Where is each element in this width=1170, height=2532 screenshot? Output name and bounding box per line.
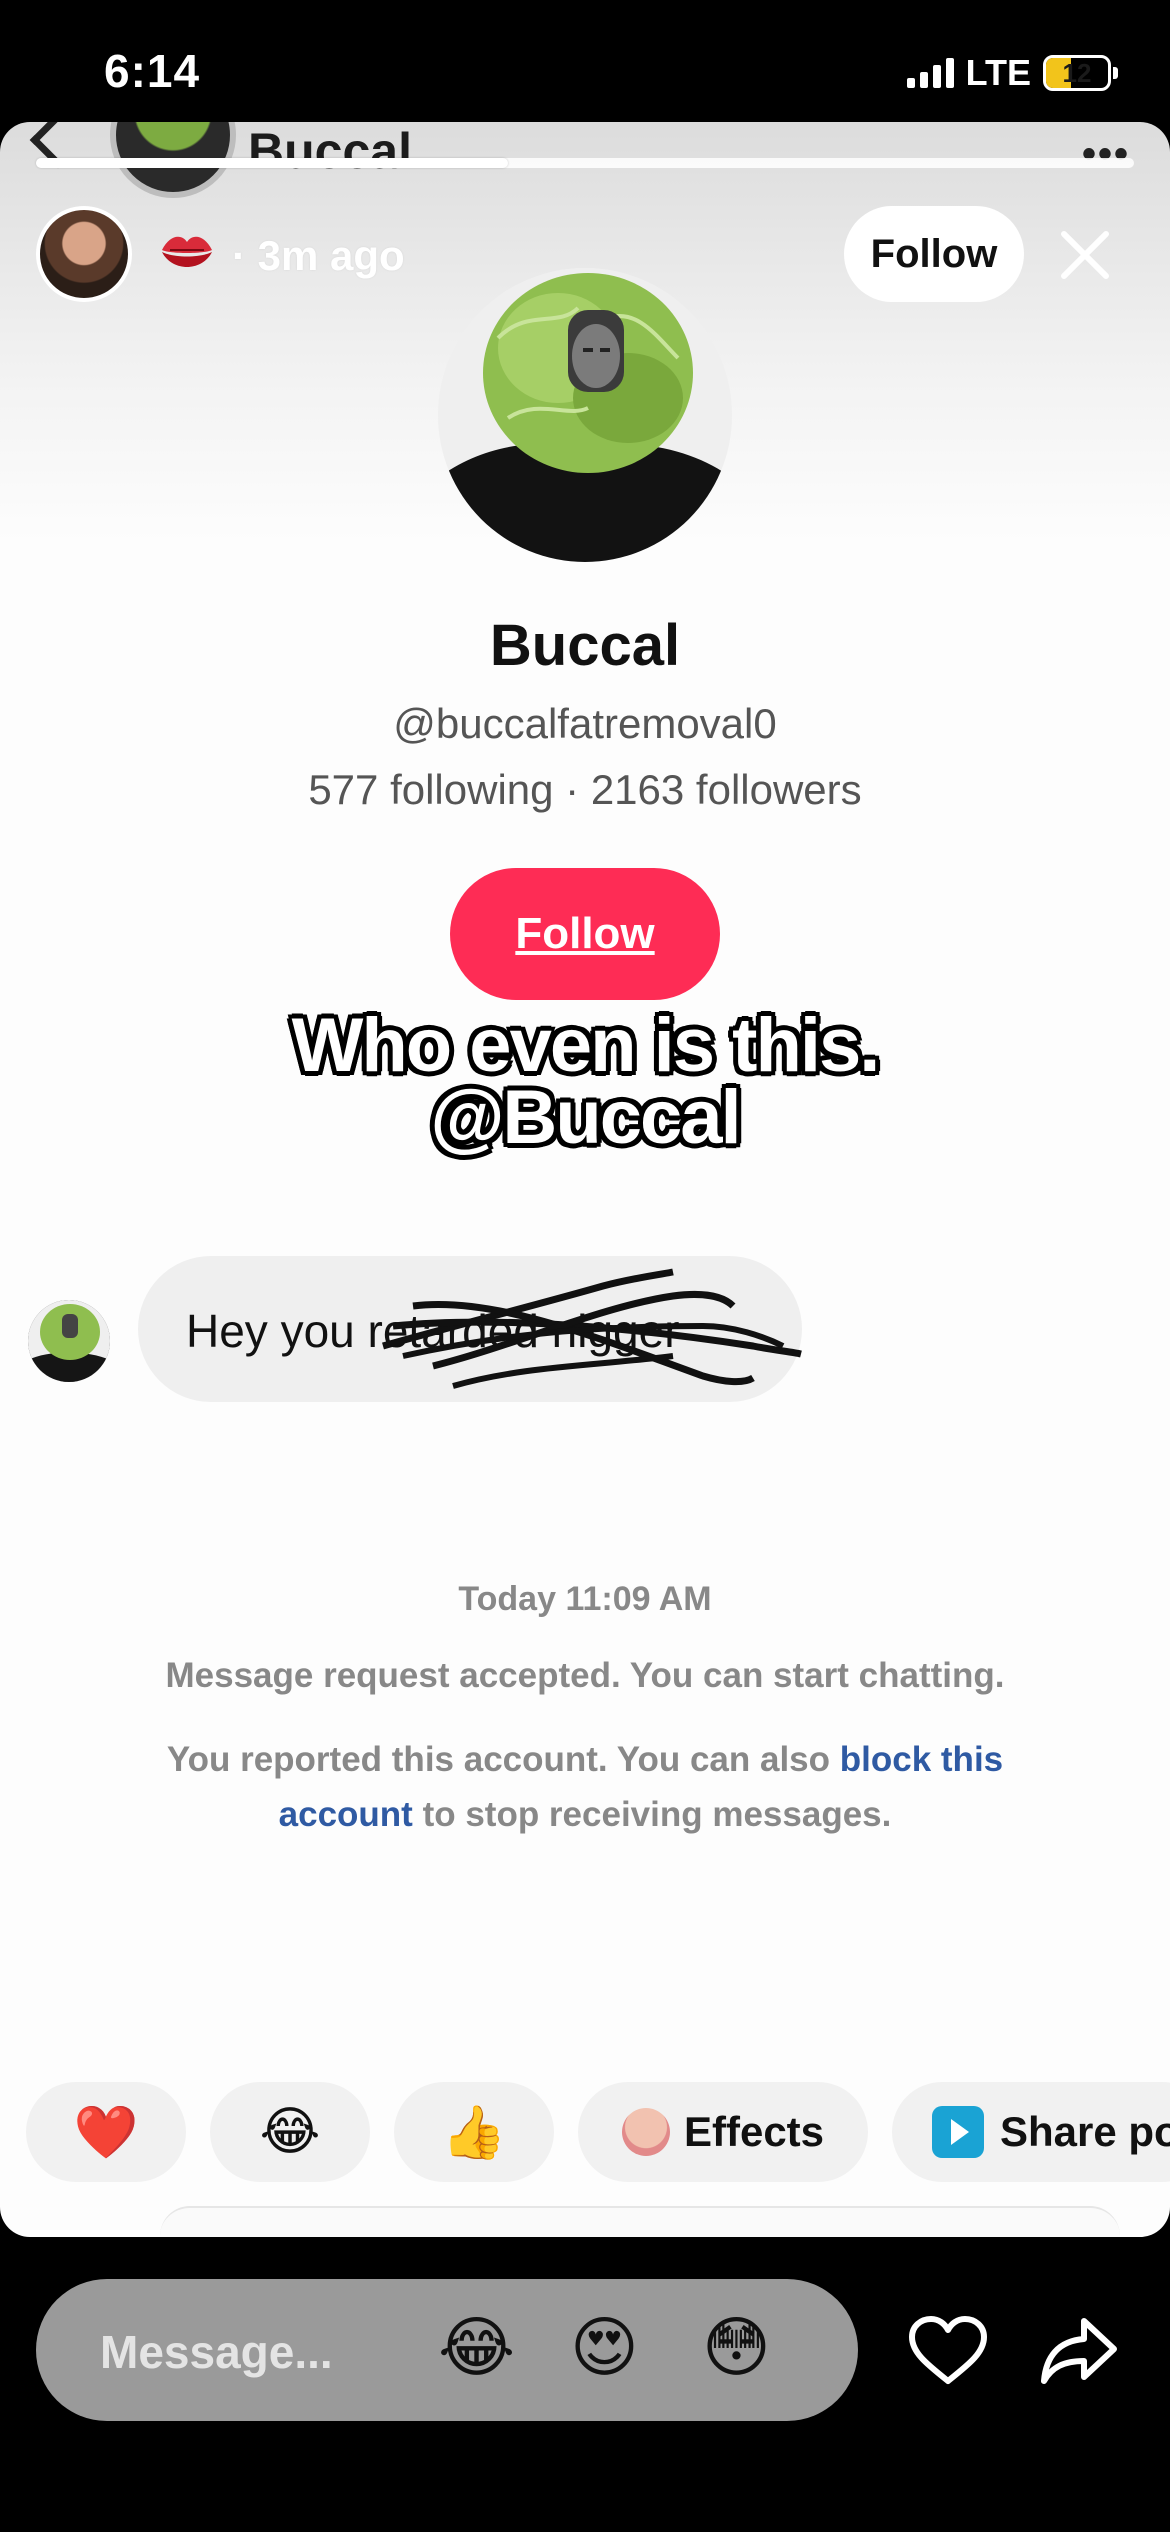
heart-eyes-emoji-button[interactable]: 😍 <box>570 2309 639 2386</box>
story-progress-fill <box>36 158 509 168</box>
caption-line-1: Who even is this. <box>291 1003 881 1088</box>
reported-notice: You reported this account. You can also … <box>130 1732 1040 1842</box>
close-icon[interactable] <box>1058 228 1112 282</box>
caption-mention[interactable]: @Buccal <box>0 1080 1170 1156</box>
report-suffix: to stop receiving messages. <box>412 1795 892 1834</box>
message-placeholder: Message... <box>100 2326 333 2378</box>
story-time-ago: · 3m ago <box>232 232 405 279</box>
more-options-icon[interactable]: ••• <box>1082 132 1130 177</box>
quick-actions-row: ❤️ 😂 👍 Effects Share po <box>26 2082 1170 2182</box>
story-caption: Who even is this. @Buccal <box>0 1003 1170 1156</box>
profile-handle: @buccalfatremoval0 <box>393 700 777 747</box>
sender-avatar-image <box>28 1300 110 1382</box>
story-sheet: Buccal ••• · 3m ago Follow Buccal @bucca… <box>0 122 1170 2237</box>
effects-label: Effects <box>683 2108 825 2155</box>
profile-name: Buccal <box>489 613 681 678</box>
request-accepted-notice: Message request accepted. You can start … <box>165 1656 1005 1695</box>
underlying-name: Buccal <box>248 123 412 179</box>
effects-icon <box>621 2108 670 2156</box>
status-bar: 6:14 LTE 12 <box>0 0 1170 130</box>
profile-follow-button[interactable]: Follow <box>450 868 720 1000</box>
status-time: 6:14 <box>104 45 201 97</box>
battery-icon: 12 <box>1043 55 1118 91</box>
thumbs-up-reaction-chip[interactable]: 👍 <box>394 2082 554 2182</box>
input-peek <box>160 2206 1120 2237</box>
signal-icon <box>906 58 954 88</box>
battery-level: 12 <box>1062 57 1092 88</box>
share-post-chip[interactable]: Share po <box>892 2082 1170 2182</box>
share-label: Share po <box>1000 2108 1170 2155</box>
story-follow-button[interactable]: Follow <box>844 206 1024 302</box>
kiss-lips-icon <box>162 236 212 267</box>
effects-chip[interactable]: Effects <box>578 2082 868 2182</box>
profile-avatar[interactable] <box>438 268 732 562</box>
sender-avatar[interactable] <box>28 1300 110 1382</box>
laugh-emoji-button[interactable]: 😂 <box>438 2309 515 2386</box>
report-prefix: You reported this account. You can also <box>166 1740 840 1779</box>
lettuce-head-image <box>438 268 732 562</box>
network-label: LTE <box>965 52 1031 93</box>
share-arrow-icon[interactable] <box>1040 2315 1118 2387</box>
message-bubble[interactable]: Hey you retarded nigger <box>138 1256 802 1402</box>
heart-reaction-chip[interactable]: ❤️ <box>26 2082 186 2182</box>
flushed-emoji-button[interactable]: 😳 <box>702 2309 771 2386</box>
message-row: Hey you retarded nigger <box>0 1232 1170 1402</box>
status-indicators: LTE 12 <box>906 52 1118 94</box>
story-progress-bar <box>36 158 1134 168</box>
story-reply-bar: Message... 😂 😍 😳 <box>0 2237 1170 2532</box>
heart-icon[interactable] <box>908 2315 988 2387</box>
redaction-scribble <box>382 1268 802 1389</box>
share-play-icon <box>932 2106 984 2158</box>
message-input[interactable]: Message... 😂 😍 😳 <box>36 2279 858 2421</box>
chat-timestamp: Today 11:09 AM <box>458 1580 712 1618</box>
laugh-reaction-chip[interactable]: 😂 <box>210 2082 370 2182</box>
profile-stats: 577 following · 2163 followers <box>308 766 862 813</box>
story-author-avatar[interactable] <box>36 206 132 302</box>
